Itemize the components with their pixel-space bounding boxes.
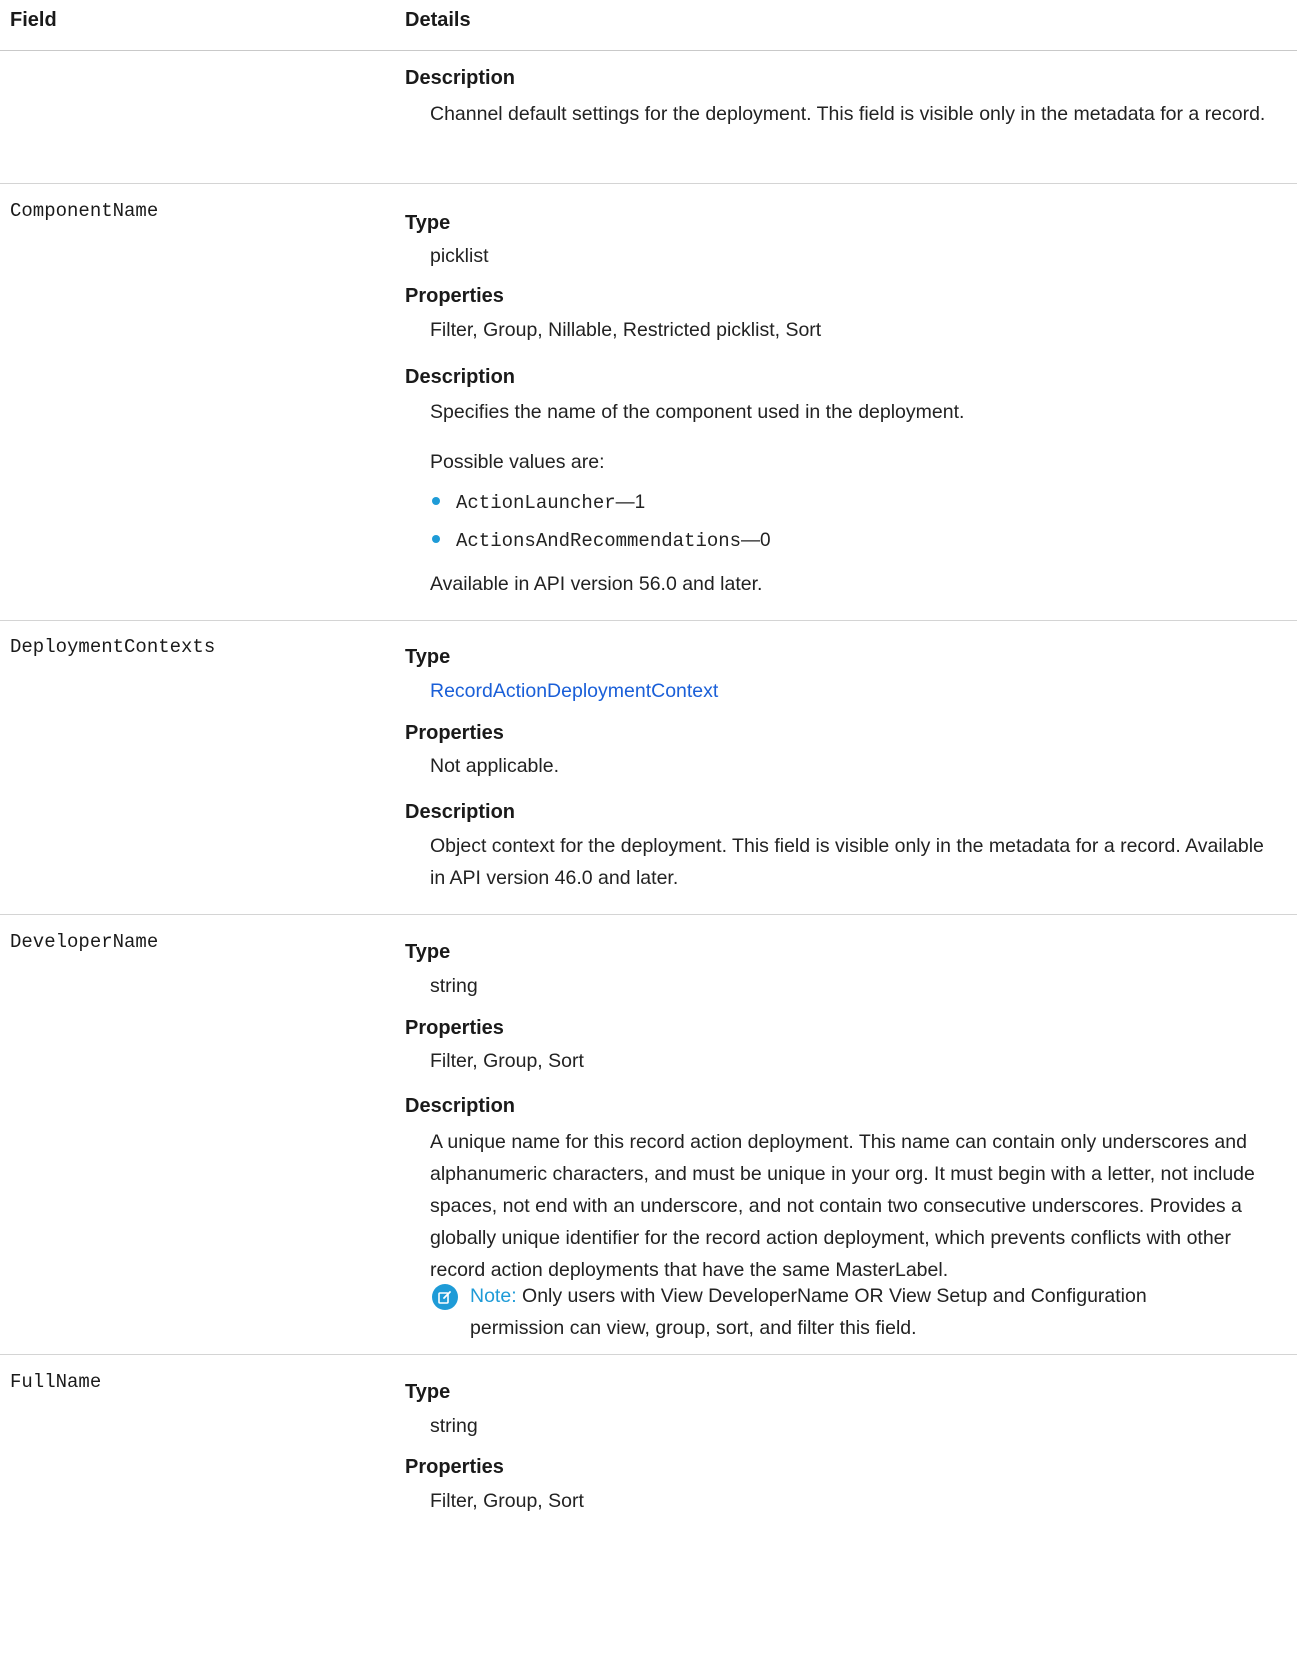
bullet-icon [432, 496, 440, 505]
properties-label: Properties [405, 722, 504, 744]
header-field: Field [10, 9, 57, 31]
row2-type-cell: RecordActionDeploymentContext [430, 675, 1270, 707]
row3-type: string [430, 975, 478, 997]
row3-properties: Filter, Group, Sort [430, 1050, 584, 1072]
properties-label: Properties [405, 1456, 504, 1478]
note-text: Only users with View DeveloperName OR Vi… [470, 1285, 1147, 1339]
row4-type: string [430, 1415, 478, 1437]
row3-note: Note: Only users with View DeveloperName… [470, 1280, 1230, 1344]
table-header: Field Details [0, 0, 1297, 51]
type-label: Type [405, 941, 451, 963]
list-item: ActionLauncher—1 [432, 492, 645, 514]
field-name-developername: DeveloperName [10, 931, 159, 953]
possible-values-label: Possible values are: [430, 451, 605, 473]
description-label: Description [405, 67, 516, 89]
description-label: Description [405, 1095, 516, 1117]
note-label: Note: [470, 1285, 517, 1307]
row2-description: Object context for the deployment. This … [430, 835, 1264, 889]
type-label: Type [405, 646, 451, 668]
row1-properties: Filter, Group, Nillable, Restricted pick… [430, 319, 822, 341]
properties-label: Properties [405, 285, 504, 307]
header-details: Details [405, 9, 471, 31]
type-link-recordactiondeploymentcontext[interactable]: RecordActionDeploymentContext [430, 680, 718, 702]
row1-type: picklist [430, 245, 489, 267]
row3-description: A unique name for this record action dep… [430, 1131, 1255, 1281]
note-edit-icon [432, 1284, 458, 1310]
type-label: Type [405, 1381, 451, 1403]
bullet-icon [432, 534, 440, 543]
field-name-deploymentcontexts: DeploymentContexts [10, 636, 216, 658]
type-label: Type [405, 212, 451, 234]
row4-properties: Filter, Group, Sort [430, 1490, 584, 1512]
properties-label: Properties [405, 1017, 504, 1039]
list-item: ActionsAndRecommendations—0 [432, 530, 771, 552]
row2-properties: Not applicable. [430, 755, 559, 777]
row1-description: Specifies the name of the component used… [430, 401, 965, 423]
field-name-componentname: ComponentName [10, 200, 159, 222]
description-label: Description [405, 366, 516, 388]
row-divider [0, 1354, 1297, 1355]
row-divider [0, 183, 1297, 184]
row-divider [0, 620, 1297, 621]
description-label: Description [405, 801, 516, 823]
row-divider [0, 914, 1297, 915]
row1-availability: Available in API version 56.0 and later. [430, 573, 763, 595]
field-name-fullname: FullName [10, 1371, 102, 1393]
row0-description: Channel default settings for the deploym… [430, 103, 1266, 125]
